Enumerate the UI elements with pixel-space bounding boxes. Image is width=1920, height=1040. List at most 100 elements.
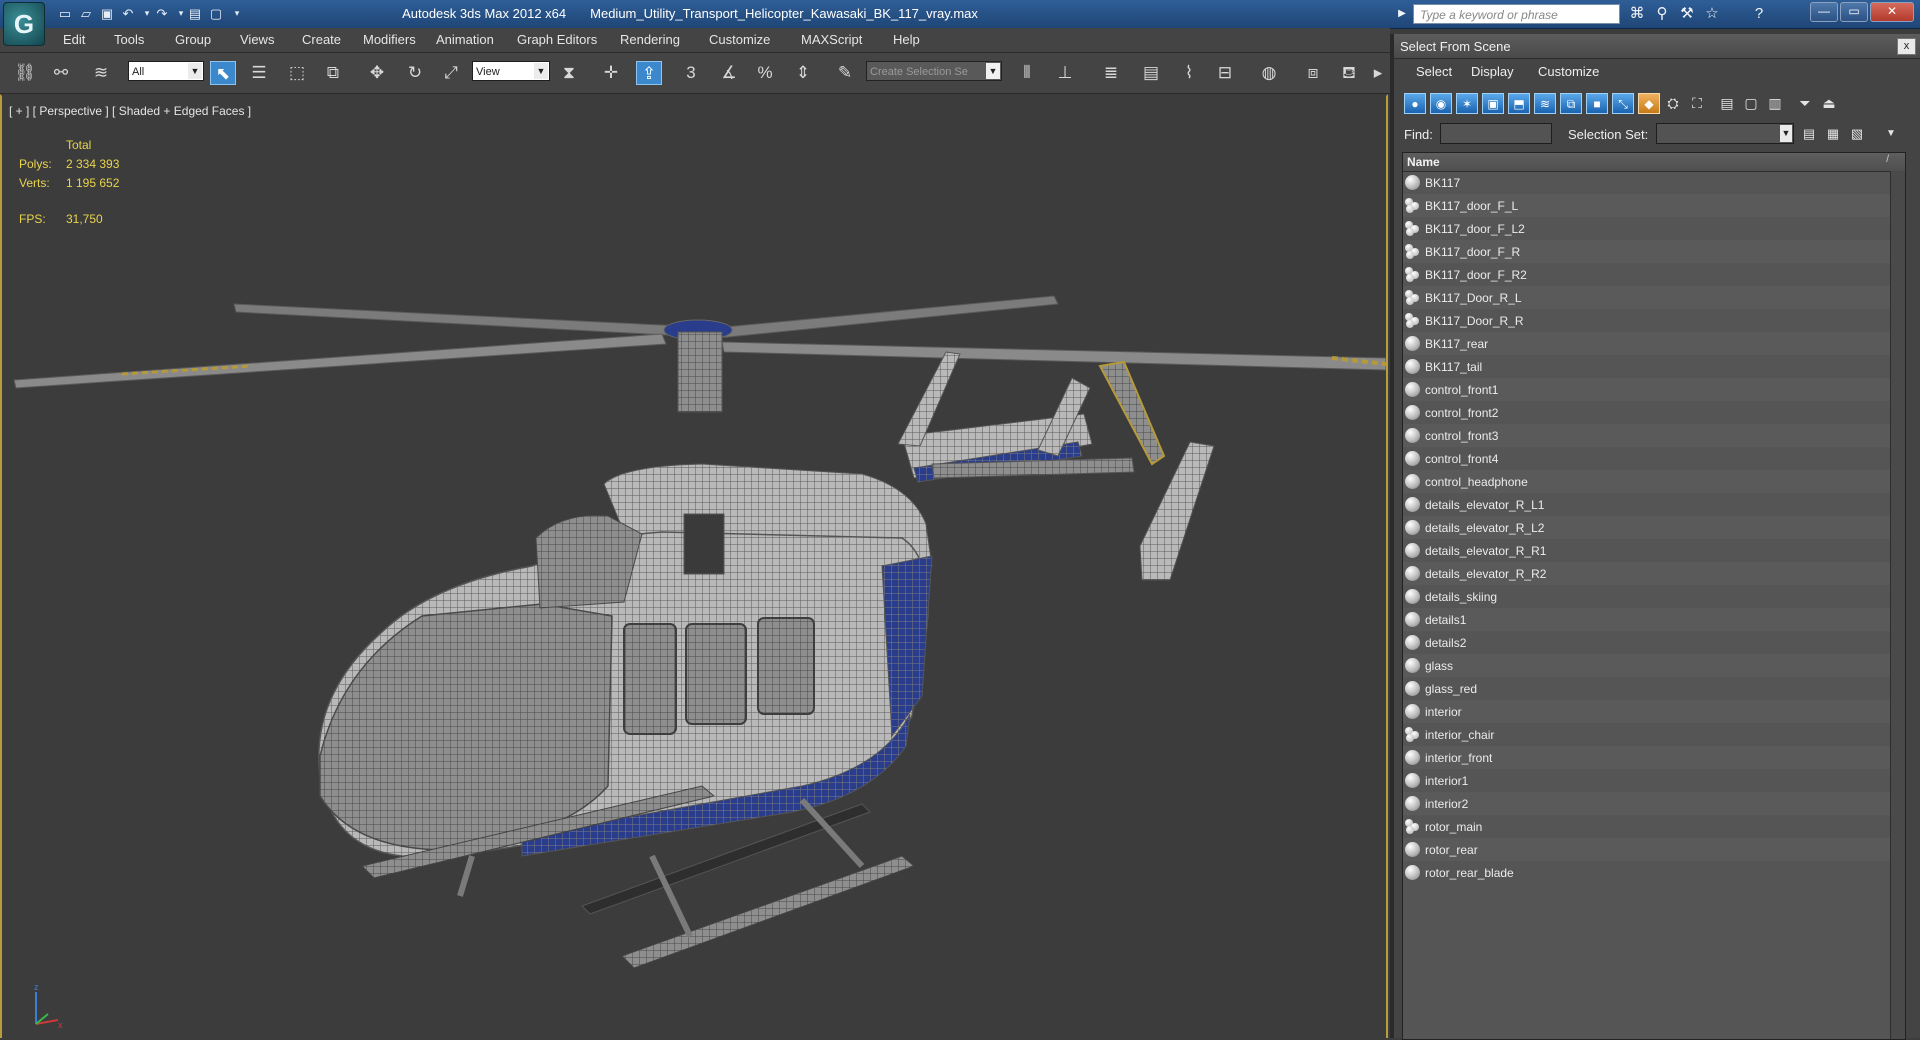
layer-manager-icon[interactable]: ≣	[1098, 61, 1124, 85]
list-item[interactable]: interior_chair	[1403, 723, 1891, 746]
angle-snap-icon[interactable]: ∡	[716, 61, 742, 85]
align-icon[interactable]: ⊥	[1052, 61, 1078, 85]
display-xrefs-icon[interactable]: ■	[1586, 93, 1608, 114]
display-bones-icon[interactable]: ⤡	[1612, 93, 1634, 114]
select-and-move-icon[interactable]: ✥	[364, 61, 390, 85]
dialog-menu-customize[interactable]: Customize	[1538, 64, 1599, 79]
window-crossing-icon[interactable]: ⧉	[320, 61, 346, 85]
favorites-star-icon[interactable]: ☆	[1701, 4, 1723, 24]
menu-edit[interactable]: Edit	[63, 32, 85, 47]
percent-snap-icon[interactable]: %	[752, 61, 778, 85]
spinner-snap-icon[interactable]: ⇕	[790, 61, 816, 85]
selection-set-dropdown[interactable]: ▼	[1656, 123, 1794, 144]
list-item[interactable]: BK117_Door_R_L	[1403, 286, 1891, 309]
main-rotor-blade-right[interactable]	[721, 341, 1386, 371]
dialog-title-bar[interactable]: Select From Scene x	[1394, 34, 1920, 59]
select-and-rotate-icon[interactable]: ↻	[402, 61, 428, 85]
tail-rotor[interactable]	[1098, 360, 1166, 466]
menu-help[interactable]: Help	[893, 32, 920, 47]
display-cameras-icon[interactable]: ▣	[1482, 93, 1504, 114]
help-search-arrow-icon[interactable]: ▶	[1391, 4, 1413, 24]
keyboard-shortcut-override-icon[interactable]: ⇪	[636, 61, 662, 85]
binoculars-icon[interactable]: ⌘	[1626, 4, 1648, 24]
list-column-header[interactable]: Name /	[1403, 153, 1905, 172]
list-item[interactable]: glass_red	[1403, 677, 1891, 700]
list-item[interactable]: details2	[1403, 631, 1891, 654]
named-selection-set-dropdown[interactable]: Create Selection Se ▼	[866, 61, 1002, 81]
schematic-view-icon[interactable]: ⊟	[1212, 61, 1238, 85]
list-item[interactable]: BK117_door_F_R2	[1403, 263, 1891, 286]
list-item[interactable]: details_elevator_R_R1	[1403, 539, 1891, 562]
list-item[interactable]: interior1	[1403, 769, 1891, 792]
display-helpers-icon[interactable]: ⬒	[1508, 93, 1530, 114]
cockpit-canopy[interactable]	[319, 603, 613, 851]
list-item[interactable]: BK117_tail	[1403, 355, 1891, 378]
pivot-center-icon[interactable]: ⧗	[556, 61, 582, 85]
list-item[interactable]: control_front4	[1403, 447, 1891, 470]
display-frozen-icon[interactable]: ⛭	[1662, 93, 1684, 114]
maximize-button[interactable]: ▭	[1840, 2, 1868, 22]
select-all-icon[interactable]: ▤	[1800, 125, 1818, 143]
display-hidden-icon[interactable]: ⛶	[1686, 93, 1708, 114]
main-rotor-blade-rear-right[interactable]	[713, 295, 1059, 339]
key-icon[interactable]: ⚲	[1651, 4, 1673, 24]
select-and-scale-icon[interactable]: ⤢	[438, 61, 464, 85]
front-door-window[interactable]	[623, 623, 677, 735]
list-item[interactable]: BK117_door_F_R	[1403, 240, 1891, 263]
app-logo[interactable]: G	[3, 2, 45, 46]
menu-graph-editors[interactable]: Graph Editors	[517, 32, 597, 47]
list-item[interactable]: details_elevator_R_R2	[1403, 562, 1891, 585]
filter-settings-icon[interactable]: ⏏	[1818, 93, 1840, 114]
selection-filter-dropdown[interactable]: All ▼	[128, 61, 204, 81]
list-item[interactable]: interior_front	[1403, 746, 1891, 769]
list-item[interactable]: details1	[1403, 608, 1891, 631]
list-item[interactable]: details_elevator_R_L1	[1403, 493, 1891, 516]
list-item[interactable]: BK117_door_F_L	[1403, 194, 1891, 217]
render-production-icon[interactable]: ▸	[1368, 61, 1388, 85]
dialog-options-arrow-icon[interactable]: ▼	[1882, 125, 1900, 143]
menu-create[interactable]: Create	[302, 32, 341, 47]
cockpit-roof-window[interactable]	[535, 514, 643, 609]
perspective-viewport[interactable]: [ + ] [ Perspective ] [ Shaded + Edged F…	[0, 94, 1388, 1038]
help-icon[interactable]: ?	[1748, 4, 1770, 24]
bind-to-space-warp-icon[interactable]: ≋	[88, 61, 114, 85]
display-groups-icon[interactable]: ⧉	[1560, 93, 1582, 114]
list-item[interactable]: control_front2	[1403, 401, 1891, 424]
minimize-button[interactable]: —	[1810, 2, 1838, 22]
display-geometry-icon[interactable]: ●	[1404, 93, 1426, 114]
filter-icon[interactable]: ⏷	[1794, 93, 1816, 114]
rendered-frame-window-icon[interactable]: ⛾	[1336, 61, 1362, 85]
reference-coordinate-dropdown[interactable]: View ▼	[472, 61, 550, 81]
display-containers-icon[interactable]: ◆	[1638, 93, 1660, 114]
list-item[interactable]: interior	[1403, 700, 1891, 723]
name-column-header[interactable]: Name	[1407, 155, 1440, 169]
scene-object-list[interactable]: Name / BK117 BK117_door_F_L BK117_door_F_L…	[1402, 152, 1906, 1040]
list-scrollbar[interactable]	[1890, 171, 1905, 1039]
menu-modifiers[interactable]: Modifiers	[363, 32, 416, 47]
find-input[interactable]	[1440, 123, 1552, 144]
close-button[interactable]: ✕	[1870, 2, 1914, 22]
list-item[interactable]: control_front1	[1403, 378, 1891, 401]
list-item[interactable]: rotor_rear_blade	[1403, 861, 1891, 884]
list-item[interactable]: control_headphone	[1403, 470, 1891, 493]
list-item[interactable]: interior2	[1403, 792, 1891, 815]
helicopter-wireframe-model[interactable]	[2, 96, 1386, 1036]
material-editor-icon[interactable]: ◍	[1256, 61, 1282, 85]
select-invert-icon[interactable]: ▧	[1848, 125, 1866, 143]
menu-customize[interactable]: Customize	[709, 32, 770, 47]
sliding-door-window-rear[interactable]	[757, 617, 815, 715]
rotor-mast[interactable]	[677, 331, 723, 413]
select-by-name-icon[interactable]: ☰	[246, 61, 272, 85]
sliding-door-window-front[interactable]	[685, 623, 747, 725]
menu-maxscript[interactable]: MAXScript	[801, 32, 862, 47]
render-setup-icon[interactable]: ⧈	[1300, 61, 1326, 85]
unlink-selection-icon[interactable]: ⚯	[48, 61, 74, 85]
list-item[interactable]: BK117	[1403, 171, 1891, 194]
display-all-icon[interactable]: ▤	[1716, 93, 1738, 114]
list-item[interactable]: details_elevator_R_L2	[1403, 516, 1891, 539]
main-rotor-blade-rear-left[interactable]	[233, 303, 687, 337]
display-shapes-icon[interactable]: ◉	[1430, 93, 1452, 114]
list-item[interactable]: BK117_rear	[1403, 332, 1891, 355]
select-none-icon[interactable]: ▦	[1824, 125, 1842, 143]
snaps-toggle-icon[interactable]: 3	[678, 61, 704, 85]
